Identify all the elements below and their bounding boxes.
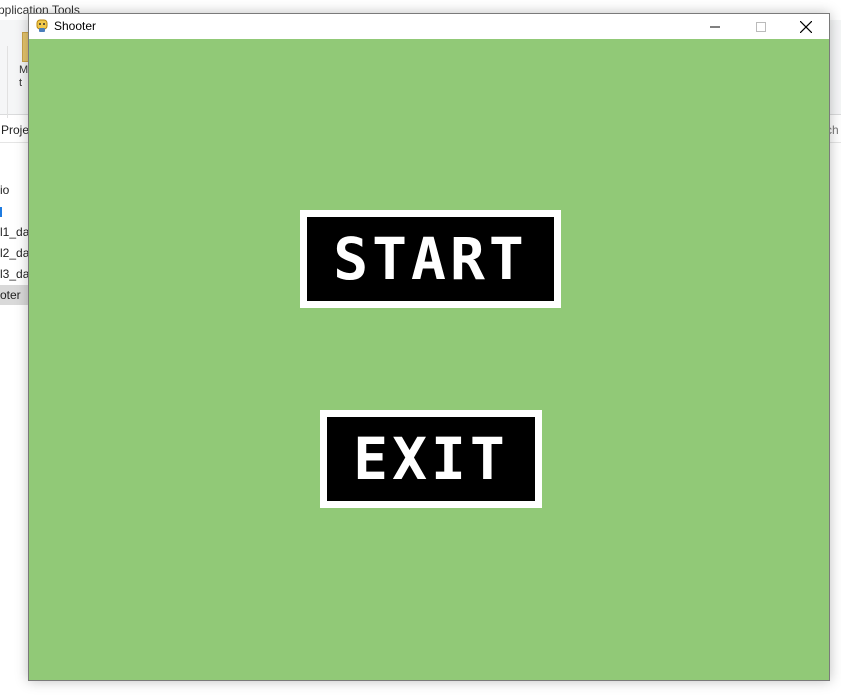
ribbon-separator (7, 46, 8, 128)
window-title: Shooter (54, 19, 97, 33)
exit-button[interactable]: EXIT (320, 410, 542, 508)
close-button[interactable] (783, 14, 829, 39)
start-button-label: START (333, 225, 528, 293)
start-button[interactable]: START (300, 210, 561, 308)
maximize-icon (756, 21, 766, 32)
pygame-snake-icon (36, 19, 48, 32)
title-bar[interactable]: Shooter (29, 14, 829, 39)
ribbon-button-label[interactable]: Mt (19, 64, 28, 90)
maximize-button[interactable] (738, 14, 784, 39)
address-text[interactable]: Proje (1, 123, 29, 137)
minimize-button[interactable] (692, 14, 738, 39)
close-icon (800, 20, 812, 33)
game-canvas[interactable]: START EXIT (29, 39, 829, 680)
nav-marker (0, 207, 2, 217)
game-window: Shooter START EXIT (28, 13, 830, 681)
exit-button-label: EXIT (353, 425, 509, 493)
minimize-icon (710, 26, 720, 27)
